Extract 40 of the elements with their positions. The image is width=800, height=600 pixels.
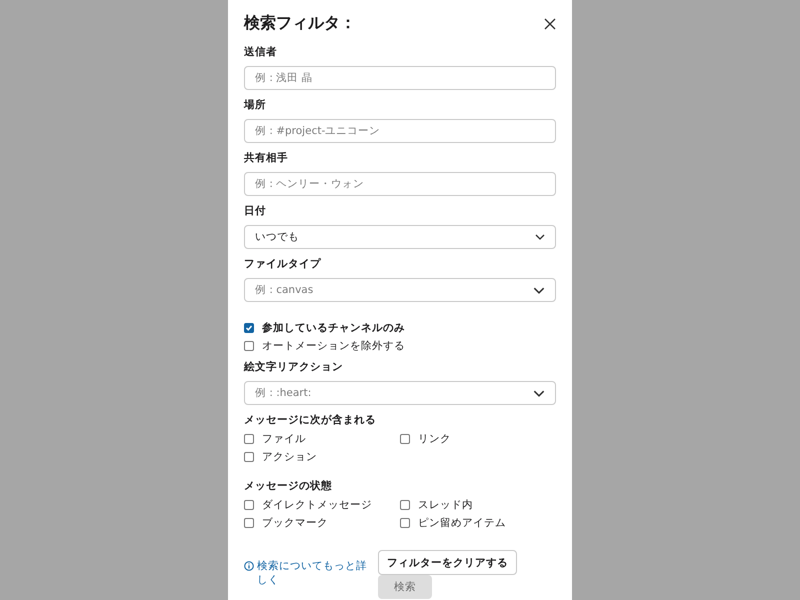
chevron-down-icon (533, 390, 545, 396)
chevron-down-icon (533, 286, 545, 294)
checkbox-label: ダイレクトメッセージ (262, 498, 372, 512)
field-label: 場所 (244, 98, 267, 113)
checkbox-label: ファイル (262, 432, 306, 446)
checkbox[interactable] (400, 434, 410, 444)
checkbox-label: 参加しているチャンネルのみ (262, 321, 405, 335)
section-title: メッセージに次が含まれる (244, 413, 377, 428)
field-label: ファイルタイプ (244, 257, 322, 272)
checkbox-label: スレッド内 (418, 498, 473, 512)
chevron-down-icon (535, 234, 545, 240)
input-field[interactable]: 例 : ヘンリー・ウォン (244, 172, 556, 196)
checkbox-label: リンク (418, 432, 451, 446)
checkbox[interactable] (400, 518, 410, 528)
checkbox[interactable] (244, 323, 254, 333)
checkbox[interactable] (244, 341, 254, 351)
input-field[interactable]: 例 : 浅田 晶 (244, 66, 556, 90)
checkbox[interactable] (244, 434, 254, 444)
checkbox-label: ピン留めアイテム (418, 516, 506, 530)
field-label: 絵文字リアクション (244, 360, 344, 375)
dropdown[interactable]: いつでも (244, 225, 556, 249)
help-link[interactable]: 検索についてもっと詳しく (244, 559, 372, 587)
checkbox[interactable] (244, 500, 254, 510)
field-label: 送信者 (244, 45, 278, 60)
checkbox-label: ブックマーク (262, 516, 328, 530)
field-label: 共有相手 (244, 151, 289, 166)
section-title: メッセージの状態 (244, 479, 333, 494)
close-icon[interactable] (544, 18, 556, 30)
dropdown-field[interactable]: 例 : :heart: (244, 381, 556, 405)
checkbox[interactable] (244, 518, 254, 528)
dropdown-field[interactable]: 例 : canvas (244, 278, 556, 302)
dialog-title: 検索フィルタ： (244, 12, 356, 34)
clear-filters-button[interactable]: フィルターをクリアする (378, 550, 517, 575)
field-label: 日付 (244, 204, 267, 219)
input-field[interactable]: 例 : #project-ユニコーン (244, 119, 556, 143)
checkbox-label: アクション (262, 450, 317, 464)
checkbox[interactable] (400, 500, 410, 510)
info-icon (244, 561, 254, 571)
checkbox-label: オートメーションを除外する (262, 339, 405, 353)
checkbox[interactable] (244, 452, 254, 462)
